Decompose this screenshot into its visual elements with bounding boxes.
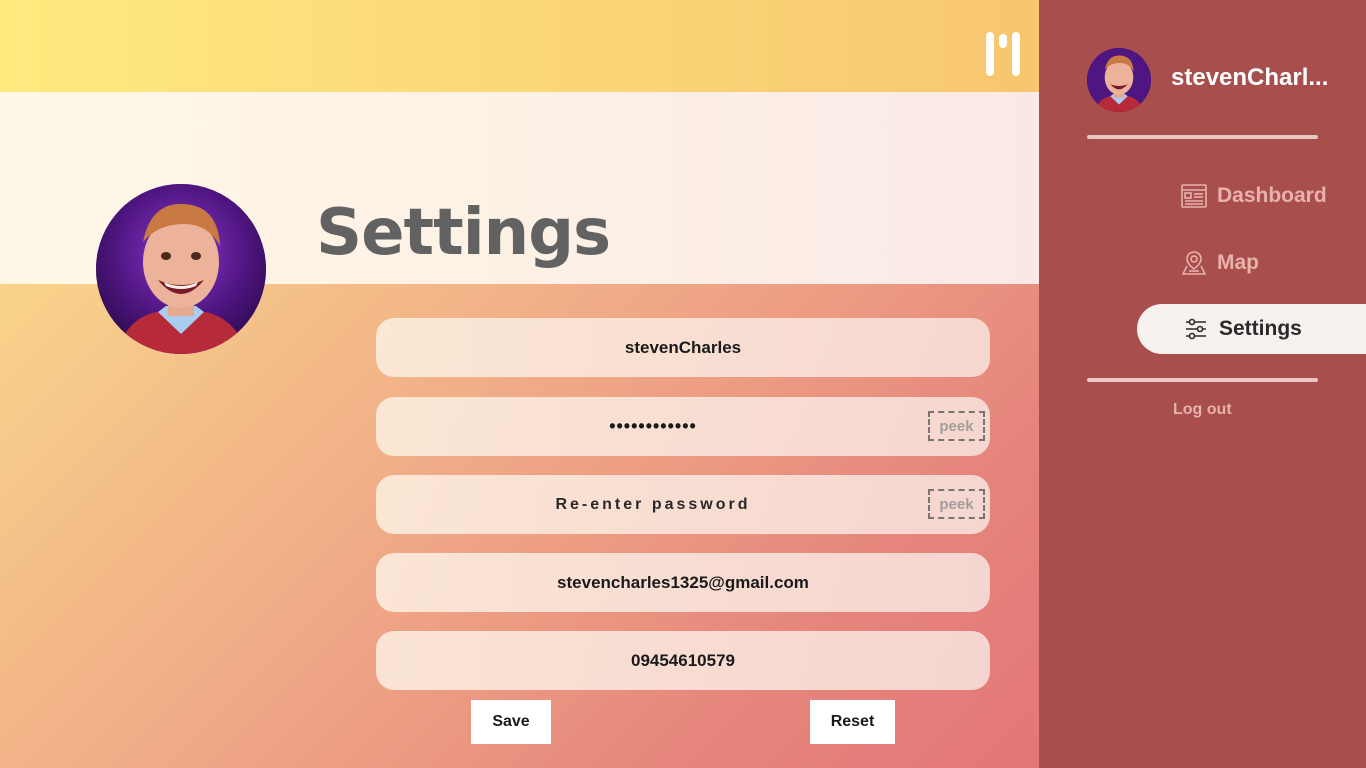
sliders-icon [1183, 316, 1209, 342]
nav-label-settings: Settings [1219, 317, 1302, 340]
map-pin-icon [1181, 250, 1207, 276]
reenter-password-placeholder: Re-enter password [555, 495, 751, 513]
username-field[interactable]: stevenCharles [376, 318, 990, 377]
sidebar-username: stevenCharl... [1171, 64, 1329, 91]
nav-item-settings[interactable]: Settings [1137, 304, 1366, 354]
email-value: stevencharles1325@gmail.com [557, 572, 809, 592]
password-field[interactable]: •••••••••••• peek [376, 397, 990, 456]
save-button[interactable]: Save [471, 700, 551, 744]
email-field[interactable]: stevencharles1325@gmail.com [376, 553, 990, 612]
sidebar-avatar[interactable] [1087, 48, 1151, 112]
username-value: stevenCharles [624, 337, 742, 357]
sidebar: stevenCharl... Dashboard Map Settings Lo… [1039, 0, 1366, 768]
phone-field[interactable]: 09454610579 [376, 631, 990, 690]
nav-item-dashboard[interactable]: Dashboard [1181, 183, 1327, 209]
nav-item-map[interactable]: Map [1181, 250, 1259, 276]
phone-value: 09454610579 [630, 650, 735, 670]
peek-password-button[interactable]: peek [928, 411, 985, 441]
reset-button[interactable]: Reset [810, 700, 895, 744]
peek-reenter-button[interactable]: peek [928, 489, 985, 519]
password-value: •••••••••••• [609, 416, 697, 436]
profile-avatar[interactable] [96, 184, 266, 354]
menu-toggle-icon[interactable] [984, 32, 1022, 76]
sidebar-divider-top [1087, 135, 1318, 139]
main-panel: Settings stevenCharles •••••••••••• peek… [0, 0, 1039, 768]
nav-label-map: Map [1217, 251, 1259, 274]
page-title: Settings [316, 196, 611, 270]
dashboard-icon [1181, 183, 1207, 209]
sidebar-divider-bottom [1087, 378, 1318, 382]
nav-label-dashboard: Dashboard [1217, 184, 1327, 207]
logout-link[interactable]: Log out [1173, 401, 1232, 419]
reenter-password-field[interactable]: Re-enter password peek [376, 475, 990, 534]
top-strip [0, 0, 1039, 92]
